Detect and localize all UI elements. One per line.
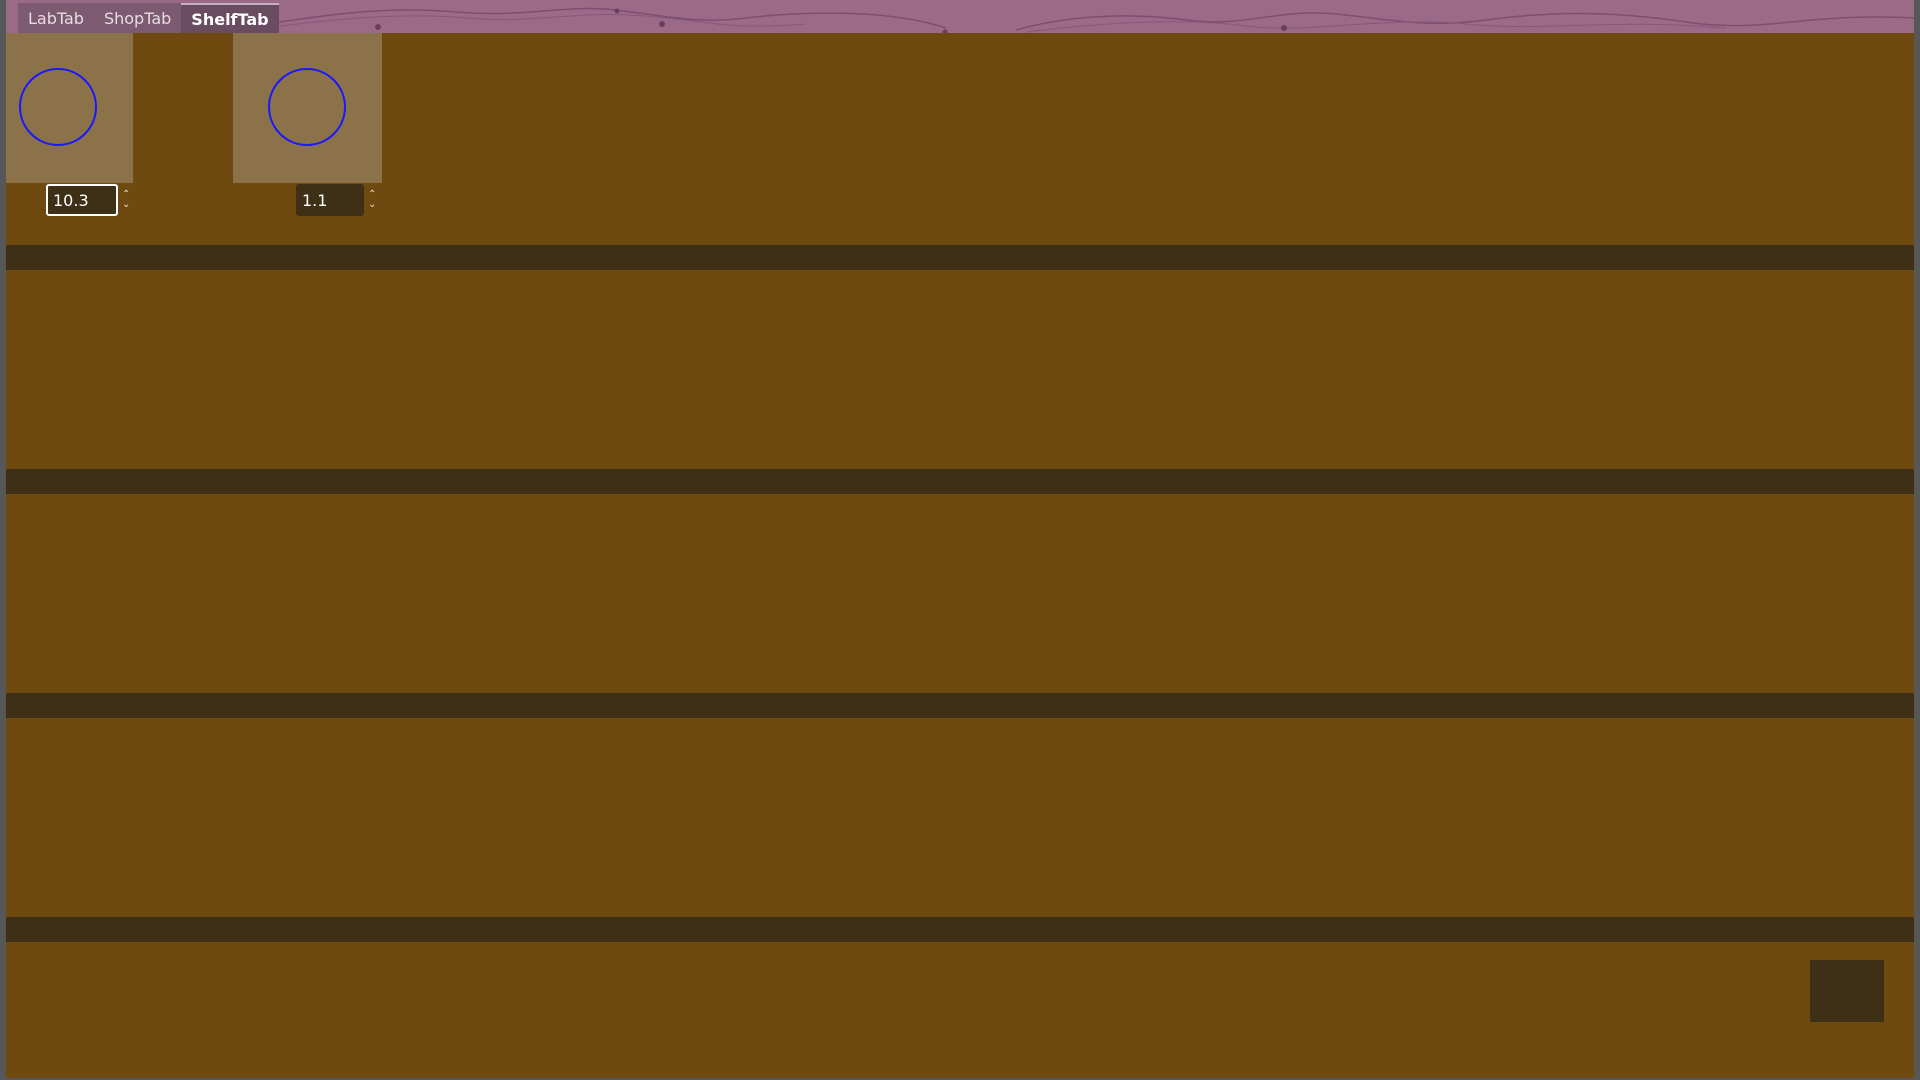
tab-shelf[interactable]: ShelfTab bbox=[181, 3, 279, 33]
tab-lab[interactable]: LabTab bbox=[18, 3, 94, 33]
slot-1-value-input[interactable] bbox=[46, 184, 118, 216]
shelf-slot-1[interactable] bbox=[6, 33, 133, 183]
slot-1-spinbox: ⌃ ⌄ bbox=[46, 184, 130, 216]
header-pattern bbox=[265, 7, 1914, 33]
tab-bar: LabTab ShopTab ShelfTab bbox=[6, 0, 1914, 33]
slot-2-value-input[interactable] bbox=[296, 184, 364, 216]
corner-button[interactable] bbox=[1810, 960, 1884, 1022]
shelf-panel: ⌃ ⌄ ⌃ ⌄ bbox=[6, 33, 1914, 1078]
shelf-divider-1 bbox=[6, 245, 1914, 270]
slot-1-spin-arrows[interactable]: ⌃ ⌄ bbox=[122, 190, 130, 210]
tab-shop[interactable]: ShopTab bbox=[93, 3, 182, 33]
shelf-slot-2[interactable] bbox=[233, 33, 382, 183]
shelf-divider-4 bbox=[6, 917, 1914, 942]
chevron-down-icon[interactable]: ⌄ bbox=[368, 200, 376, 210]
shelf-divider-2 bbox=[6, 469, 1914, 494]
circle-icon bbox=[268, 68, 346, 146]
slot-2-spinbox: ⌃ ⌄ bbox=[296, 184, 376, 216]
tabs: LabTab ShopTab ShelfTab bbox=[18, 3, 279, 33]
circle-icon bbox=[19, 68, 97, 146]
slot-2-spin-arrows[interactable]: ⌃ ⌄ bbox=[368, 190, 376, 210]
shelf-divider-3 bbox=[6, 693, 1914, 718]
app-window: LabTab ShopTab ShelfTab ⌃ ⌄ ⌃ ⌄ bbox=[0, 0, 1920, 1080]
chevron-down-icon[interactable]: ⌄ bbox=[122, 200, 130, 210]
